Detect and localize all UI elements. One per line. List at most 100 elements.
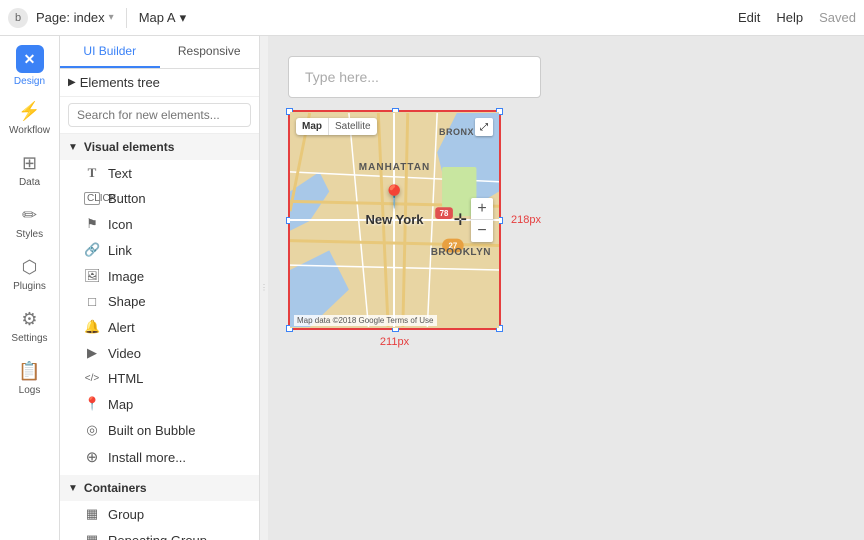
workflow-icon: ⚡ [18,101,40,122]
sidebar-item-data[interactable]: ⊞ Data [2,144,58,196]
element-link[interactable]: 🔗 Link [60,237,259,263]
element-link-label: Link [108,243,132,258]
bubble-icon: ◎ [84,422,100,438]
element-html[interactable]: </> HTML [60,366,259,391]
element-button-label: Button [108,191,146,206]
brooklyn-label: BROOKLYN [431,247,491,258]
element-alert[interactable]: 🔔 Alert [60,314,259,340]
page-chevron: ▾ [109,12,114,23]
element-repeating-group[interactable]: ▦ Repeating Group [60,527,259,540]
element-group-label: Group [108,507,144,522]
logs-icon: 📋 [18,361,40,382]
element-icon[interactable]: ⚑ Icon [60,211,259,237]
element-text-label: Text [108,166,132,181]
canvas-map-element[interactable]: 218px 211px [288,110,501,330]
zoom-controls: + − [471,198,493,242]
map-expand-button[interactable]: ⤢ [475,118,493,136]
element-button[interactable]: CLICK Button [60,186,259,211]
sidebar-item-workflow[interactable]: ⚡ Workflow [2,92,58,144]
elements-tree-toggle[interactable]: ▶ Elements tree [60,69,259,97]
map-overlay: Map Satellite ⤢ BRONX MANHATTAN BROOKLYN… [290,112,499,328]
topbar-right: Edit Help Saved [738,10,856,25]
map-label: Map A [139,10,176,25]
search-box [60,97,259,134]
sidebar-label-styles: Styles [16,229,43,240]
element-shape[interactable]: □ Shape [60,289,259,314]
zoom-out-button[interactable]: − [471,220,493,242]
move-cursor: ✛ [454,210,467,230]
plugins-icon: ⬡ [22,257,38,278]
city-name: New York [365,212,423,227]
text-icon: T [84,165,100,181]
sidebar-item-styles[interactable]: ✏ Styles [2,196,58,248]
tab-ui-builder[interactable]: UI Builder [60,36,160,68]
visual-section-label: Visual elements [84,140,175,154]
canvas-inner: Type here... 218px 211px [288,56,541,330]
containers-section-label: Containers [84,481,147,495]
group-icon: ▦ [84,506,100,522]
element-bubble-label: Built on Bubble [108,423,195,438]
html-icon: </> [84,373,100,384]
visual-elements-header[interactable]: ▼ Visual elements [60,134,259,160]
zoom-in-button[interactable]: + [471,198,493,220]
text-placeholder: Type here... [305,69,379,85]
element-html-label: HTML [108,371,143,386]
map-tab-map[interactable]: Map [296,118,329,135]
page-selector[interactable]: Page: index ▾ [36,10,114,25]
sidebar-label-logs: Logs [19,385,41,396]
map-selector[interactable]: Map A ▾ [139,10,186,26]
containers-header[interactable]: ▼ Containers [60,475,259,501]
data-icon: ⊞ [22,153,37,174]
map-icon: 📍 [84,396,100,412]
element-alert-label: Alert [108,320,135,335]
sidebar-item-design[interactable]: ✕ Design [2,40,58,92]
canvas-text-element[interactable]: Type here... [288,56,541,98]
sep1 [126,8,127,28]
element-map[interactable]: 📍 Map [60,391,259,417]
map-inner: 27 78 Map Satellite ⤢ B [290,112,499,328]
element-install-label: Install more... [108,450,186,465]
sidebar-label-workflow: Workflow [9,125,50,136]
element-text[interactable]: T Text [60,160,259,186]
help-button[interactable]: Help [776,10,803,25]
edit-button[interactable]: Edit [738,10,760,25]
sidebar-label-settings: Settings [11,333,47,344]
settings-icon: ⚙ [21,309,37,330]
sidebar-item-settings[interactable]: ⚙ Settings [2,300,58,352]
sidebar-label-data: Data [19,177,40,188]
page-label: Page: index [36,10,105,25]
panel-scroll: ▼ Visual elements T Text CLICK Button ⚑ … [60,134,259,540]
button-icon: CLICK [84,192,100,205]
element-video[interactable]: ▶ Video [60,340,259,366]
map-chevron: ▾ [180,10,187,26]
element-repeating-group-label: Repeating Group [108,533,207,540]
element-image[interactable]: 🖼 Image [60,263,259,289]
tab-responsive[interactable]: Responsive [160,36,260,68]
containers-chevron: ▼ [68,483,78,494]
link-icon: 🔗 [84,242,100,258]
element-map-label: Map [108,397,133,412]
resize-handle[interactable]: ⋮ [260,36,268,540]
sidebar-label-design: Design [14,76,45,87]
resize-dots: ⋮ [260,284,268,292]
tree-chevron: ▶ [68,77,76,88]
sidebar-item-plugins[interactable]: ⬡ Plugins [2,248,58,300]
map-tab-satellite[interactable]: Satellite [329,118,377,135]
map-footer: Map data ©2018 Google Terms of Use [294,315,437,326]
video-icon: ▶ [84,345,100,361]
element-group[interactable]: ▦ Group [60,501,259,527]
topbar: b Page: index ▾ Map A ▾ Edit Help Saved [0,0,864,36]
sidebar-icons: ✕ Design ⚡ Workflow ⊞ Data ✏ Styles ⬡ Pl… [0,36,60,540]
element-install[interactable]: ⊕ Install more... [60,443,259,471]
repeating-group-icon: ▦ [84,532,100,540]
dimension-width: 211px [380,336,409,348]
element-shape-label: Shape [108,294,146,309]
map-type-buttons: Map Satellite [296,118,377,135]
install-icon: ⊕ [84,448,100,466]
sidebar-item-logs[interactable]: 📋 Logs [2,352,58,404]
alert-icon: 🔔 [84,319,100,335]
image-icon: 🖼 [84,268,100,284]
canvas[interactable]: Type here... 218px 211px [268,36,864,540]
element-bubble[interactable]: ◎ Built on Bubble [60,417,259,443]
search-input[interactable] [68,103,251,127]
